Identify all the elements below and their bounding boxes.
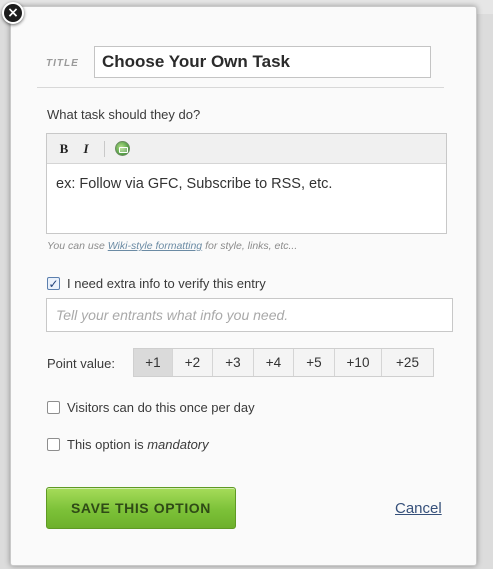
point-option-5[interactable]: +5 [293,349,334,376]
check-icon: ✓ [48,276,59,291]
extra-info-row: ✓ I need extra info to verify this entry [47,276,266,291]
insert-image-icon[interactable] [115,141,130,156]
mandatory-checkbox[interactable] [47,438,60,451]
extra-info-label[interactable]: I need extra info to verify this entry [67,276,266,291]
mandatory-label-emphasis: mandatory [147,437,209,452]
toolbar-divider [104,140,105,157]
bold-button[interactable]: B [55,140,73,158]
mandatory-row: This option is mandatory [47,437,209,452]
point-option-2[interactable]: +2 [172,349,212,376]
once-per-day-checkbox[interactable] [47,401,60,414]
once-per-day-label[interactable]: Visitors can do this once per day [67,400,255,415]
point-option-1[interactable]: +1 [134,349,172,376]
italic-button[interactable]: I [77,140,95,158]
title-row: TITLE [37,46,444,88]
mandatory-label[interactable]: This option is mandatory [67,437,209,452]
close-button[interactable]: × [2,2,24,24]
task-editor: B I ex: Follow via GFC, Subscribe to RSS… [46,133,447,234]
task-question-label: What task should they do? [47,107,201,122]
point-option-10[interactable]: +10 [334,349,381,376]
cancel-link[interactable]: Cancel [395,500,442,517]
point-value-label: Point value: [47,356,115,371]
extra-info-input[interactable] [46,298,453,332]
extra-info-checkbox[interactable]: ✓ [47,277,60,290]
close-icon: × [7,4,19,21]
formatting-hint-prefix: You can use [47,240,108,252]
title-label: TITLE [46,58,79,69]
title-input[interactable] [94,46,431,78]
point-option-25[interactable]: +25 [381,349,433,376]
editor-toolbar: B I [47,134,446,164]
mandatory-label-prefix: This option is [67,437,148,452]
formatting-hint-suffix: for style, links, etc... [202,240,298,252]
formatting-hint: You can use Wiki-style formatting for st… [47,240,297,252]
point-option-3[interactable]: +3 [212,349,253,376]
task-description-textarea[interactable]: ex: Follow via GFC, Subscribe to RSS, et… [47,164,446,205]
wiki-formatting-link[interactable]: Wiki-style formatting [108,240,202,252]
save-option-button[interactable]: SAVE THIS OPTION [46,487,236,529]
point-value-selector: +1 +2 +3 +4 +5 +10 +25 [133,348,434,377]
point-option-4[interactable]: +4 [253,349,293,376]
once-per-day-row: Visitors can do this once per day [47,400,255,415]
